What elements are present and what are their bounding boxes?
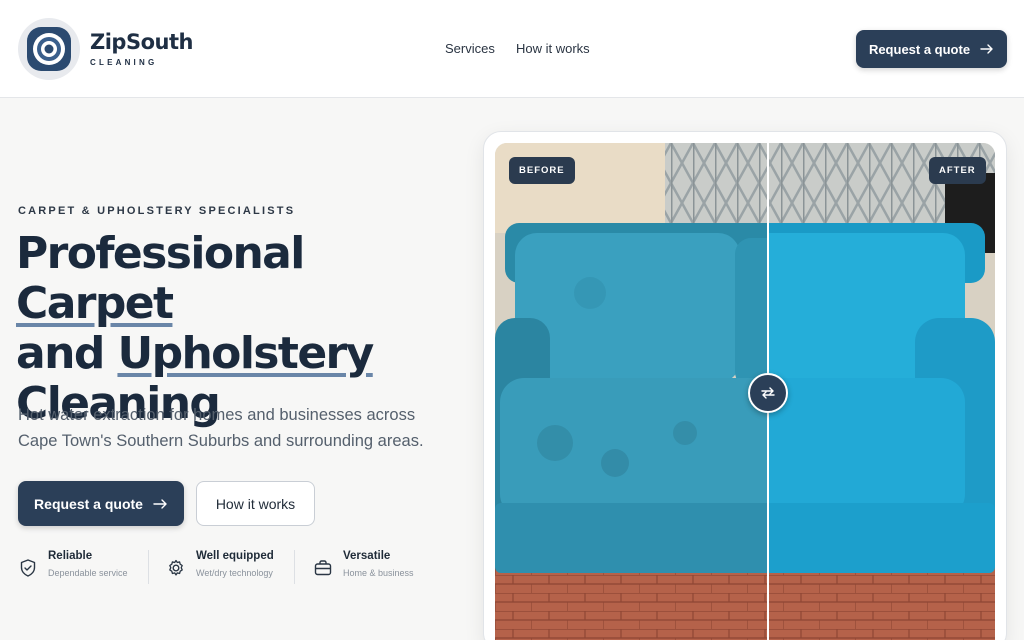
headline-highlight-carpet: Carpet (16, 278, 174, 329)
headline-part-1: Professional (16, 228, 305, 279)
header-request-quote-label: Request a quote (868, 41, 971, 57)
headline-part-2: and (16, 328, 118, 379)
brand-tagline: CLEANING (90, 58, 158, 67)
swap-arrows-icon (761, 387, 775, 399)
header-request-quote-button[interactable]: Request a quote (856, 30, 1007, 68)
after-badge: AFTER (929, 157, 986, 184)
arrow-right-icon (153, 498, 167, 509)
site-header: ZipSouth CLEANING Services How it works … (0, 0, 1024, 98)
hero-headline: Professional Carpet and Upholstery Clean… (16, 229, 466, 429)
feature-subtitle: Home & business (343, 568, 414, 578)
comparison-slider-handle[interactable] (748, 373, 788, 413)
feature-well-equipped: Well equipped Wet/dry technology (166, 550, 274, 578)
sofa-comparison-illustration (495, 143, 995, 640)
feature-subtitle: Dependable service (48, 568, 128, 578)
hero-request-quote-label: Request a quote (34, 495, 143, 512)
feature-title: Reliable (48, 550, 93, 562)
feature-divider (294, 550, 295, 584)
nav-how-it-works-link[interactable]: How it works (516, 41, 590, 56)
feature-title: Well equipped (196, 550, 274, 562)
feature-divider (148, 550, 149, 584)
feature-versatile: Versatile Home & business (313, 550, 414, 578)
briefcase-icon (314, 560, 332, 576)
hero-eyebrow: CARPET & UPHOLSTERY SPECIALISTS (18, 205, 296, 217)
hero-request-quote-button[interactable]: Request a quote (18, 481, 184, 526)
before-badge: BEFORE (509, 157, 575, 184)
shield-check-icon (20, 559, 36, 577)
before-after-image[interactable] (495, 143, 995, 640)
headline-highlight-upholstery: Upholstery (117, 328, 374, 379)
feature-reliable: Reliable Dependable service (18, 550, 128, 578)
target-logo-icon (27, 27, 71, 71)
feature-title: Versatile (343, 550, 391, 562)
nav-services-link[interactable]: Services (445, 41, 495, 56)
hero-how-it-works-button[interactable]: How it works (196, 481, 315, 526)
brand-name[interactable]: ZipSouth (90, 30, 193, 54)
feature-subtitle: Wet/dry technology (196, 568, 273, 578)
hero-subtitle: Hot water extraction for homes and busin… (18, 406, 424, 450)
brand-logo[interactable] (18, 18, 80, 80)
hero-how-it-works-label: How it works (215, 495, 296, 512)
arrow-right-icon (980, 44, 993, 54)
gear-icon (169, 559, 183, 576)
